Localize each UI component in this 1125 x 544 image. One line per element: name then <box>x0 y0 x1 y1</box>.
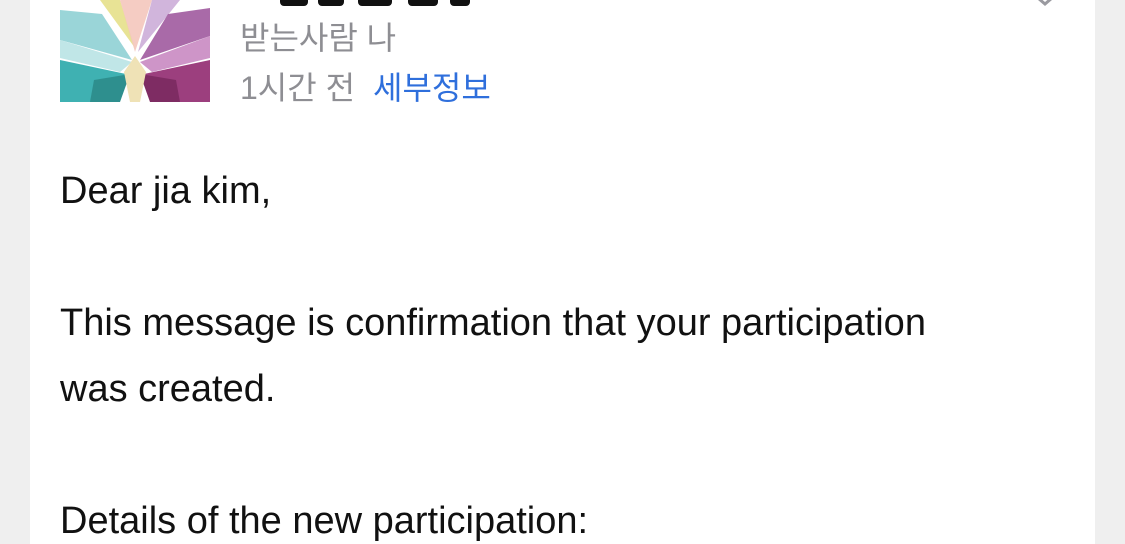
details-link[interactable]: 세부정보 <box>373 70 491 106</box>
sender-avatar-logo[interactable] <box>60 0 210 102</box>
lotus-logo-icon <box>60 0 210 102</box>
body-line-3: Details of the new participation: <box>60 500 589 542</box>
email-view: 받는사람 나 1시간 전 세부정보 Dear jia kim, This mess… <box>30 0 1095 544</box>
greeting-line: Dear jia kim, <box>60 170 272 212</box>
email-body: Dear jia kim, This message is confirmati… <box>60 158 1060 544</box>
received-time: 1시간 전 <box>240 70 356 106</box>
body-line-1: This message is confirmation that your p… <box>60 302 926 344</box>
recipient-label: 받는사람 나 <box>240 20 397 56</box>
reply-arrow-icon <box>1038 0 1052 6</box>
sender-name-cutoff <box>240 0 500 8</box>
time-row: 1시간 전 세부정보 <box>240 68 491 108</box>
reply-icon[interactable] <box>1027 0 1067 12</box>
body-line-2: was created. <box>60 368 276 410</box>
